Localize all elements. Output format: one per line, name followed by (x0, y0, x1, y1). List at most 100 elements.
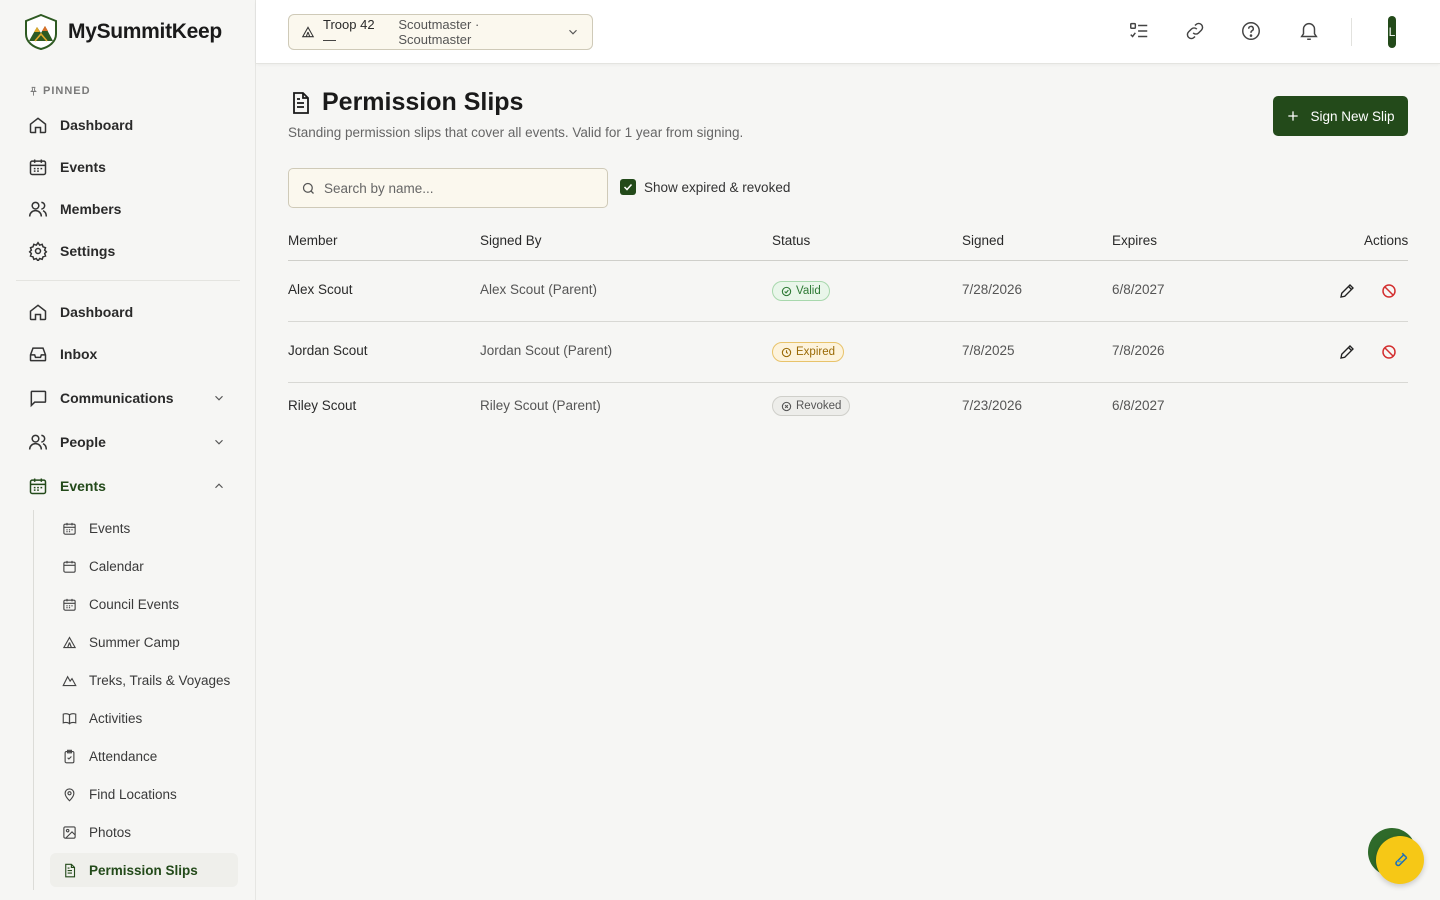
page-title: Permission Slips (288, 88, 523, 117)
cell-signed-date: 7/23/2026 (962, 398, 1023, 413)
test-tube-icon (1395, 852, 1408, 867)
cell-signed-by: Jordan Scout (Parent) (480, 343, 613, 358)
search-icon (302, 182, 314, 194)
user-avatar[interactable]: L (1388, 16, 1396, 48)
cell-member: Riley Scout (288, 398, 357, 413)
pin-icon (30, 86, 37, 96)
checklist-icon[interactable] (1128, 20, 1150, 42)
edit-pencil-icon[interactable] (1338, 282, 1356, 300)
column-header-signed[interactable]: Signed (962, 233, 1004, 248)
tent-icon (62, 635, 77, 648)
pinned-nav-members[interactable]: Members (24, 191, 232, 227)
subnav-calendar[interactable]: Calendar (50, 549, 238, 583)
topbar: Troop 42 — Scoutmaster · Scoutmaster L (256, 0, 1440, 64)
cell-expires-date: 6/8/2027 (1112, 282, 1165, 297)
cell-expires-date: 7/8/2026 (1112, 343, 1165, 358)
nav-communications[interactable]: Communications (24, 380, 232, 416)
chevron-down-icon (569, 29, 577, 35)
revoke-ban-icon[interactable] (1380, 343, 1398, 361)
book-icon (62, 712, 77, 725)
troop-role: Scoutmaster · Scoutmaster (398, 17, 480, 47)
table-header-divider (288, 260, 1408, 261)
tent-icon (301, 26, 315, 38)
subnav-find-locations[interactable]: Find Locations (50, 777, 238, 811)
row-divider (288, 382, 1408, 383)
topbar-separator (1351, 18, 1352, 46)
pinned-section-label: PINNED (28, 85, 91, 97)
cell-expires-date: 6/8/2027 (1112, 398, 1165, 413)
row-divider (288, 321, 1408, 322)
link-icon[interactable] (1184, 20, 1206, 42)
nav-inbox[interactable]: Inbox (24, 336, 232, 372)
subnav-events[interactable]: Events (50, 511, 238, 545)
pinned-nav-events[interactable]: Events (24, 149, 232, 185)
app-name: MySummitKeep (68, 20, 222, 43)
cell-signed-date: 7/28/2026 (962, 282, 1023, 297)
subnav-summer-camp[interactable]: Summer Camp (50, 625, 238, 659)
cell-signed-by: Riley Scout (Parent) (480, 398, 601, 413)
gear-icon (28, 241, 48, 261)
column-header-signed-by[interactable]: Signed By (480, 233, 542, 248)
cell-member: Jordan Scout (288, 343, 368, 358)
sidebar-divider (16, 280, 240, 281)
troop-name: Troop 42 — (323, 17, 375, 47)
pinned-nav-dashboard[interactable]: Dashboard (24, 107, 232, 143)
subnav-photos[interactable]: Photos (50, 815, 238, 849)
bell-icon[interactable] (1298, 20, 1320, 42)
check-icon (623, 183, 633, 191)
subnav-council-events[interactable]: Council Events (50, 587, 238, 621)
status-badge: Revoked (772, 396, 851, 416)
map-pin-icon (64, 787, 75, 802)
message-icon (30, 390, 47, 408)
x-circle-icon (781, 401, 792, 411)
pinned-nav-settings[interactable]: Settings (24, 233, 232, 269)
calendar-icon (29, 159, 47, 176)
users-icon (28, 434, 48, 450)
troop-role-selector[interactable]: Troop 42 — Scoutmaster · Scoutmaster (288, 14, 593, 50)
sign-new-slip-button[interactable]: Sign New Slip (1273, 96, 1408, 136)
clipboard-check-icon (64, 749, 75, 763)
cell-signed-by: Alex Scout (Parent) (480, 282, 598, 297)
cell-signed-date: 7/8/2025 (962, 343, 1015, 358)
chevron-down-icon (215, 439, 223, 445)
cell-member: Alex Scout (288, 282, 353, 297)
document-icon (293, 91, 309, 114)
search-box (288, 168, 608, 208)
column-header-member[interactable]: Member (288, 233, 338, 248)
calendar-blank-icon (63, 560, 76, 573)
chevron-down-icon (215, 395, 223, 401)
help-icon[interactable] (1240, 20, 1262, 42)
calendar-icon (29, 478, 47, 495)
subnav-attendance[interactable]: Attendance (50, 739, 238, 773)
inbox-icon (29, 347, 47, 362)
home-icon (29, 304, 47, 321)
edit-pencil-icon[interactable] (1338, 343, 1356, 361)
nav-people[interactable]: People (24, 424, 232, 460)
revoke-ban-icon[interactable] (1380, 282, 1398, 300)
plus-icon (1288, 111, 1299, 121)
chevron-up-icon (215, 483, 223, 489)
app-logo[interactable]: MySummitKeep (24, 14, 222, 50)
test-tube-fab[interactable] (1376, 836, 1424, 884)
column-header-actions: Actions (1364, 233, 1409, 248)
users-icon (28, 201, 48, 217)
subnav-activities[interactable]: Activities (50, 701, 238, 735)
image-icon (63, 825, 76, 839)
sidebar: MySummitKeep PINNED Dashboard Events Mem… (0, 0, 256, 900)
calendar-icon (63, 522, 76, 535)
nav-events[interactable]: Events (24, 468, 232, 504)
show-expired-toggle[interactable]: Show expired & revoked (620, 179, 790, 195)
clock-icon (781, 347, 792, 357)
nav-dashboard[interactable]: Dashboard (24, 294, 232, 330)
show-expired-checkbox[interactable] (620, 179, 636, 195)
status-badge: Valid (772, 281, 830, 301)
column-header-status[interactable]: Status (772, 233, 810, 248)
subnav-permission-slips[interactable]: Permission Slips (50, 853, 238, 887)
search-input[interactable] (324, 180, 584, 196)
show-expired-label: Show expired & revoked (644, 179, 791, 195)
subnav-treks[interactable]: Treks, Trails & Voyages (50, 663, 238, 697)
mountain-icon (62, 675, 77, 686)
status-badge: Expired (772, 342, 844, 362)
calendar-icon (63, 598, 76, 611)
column-header-expires[interactable]: Expires (1112, 233, 1157, 248)
